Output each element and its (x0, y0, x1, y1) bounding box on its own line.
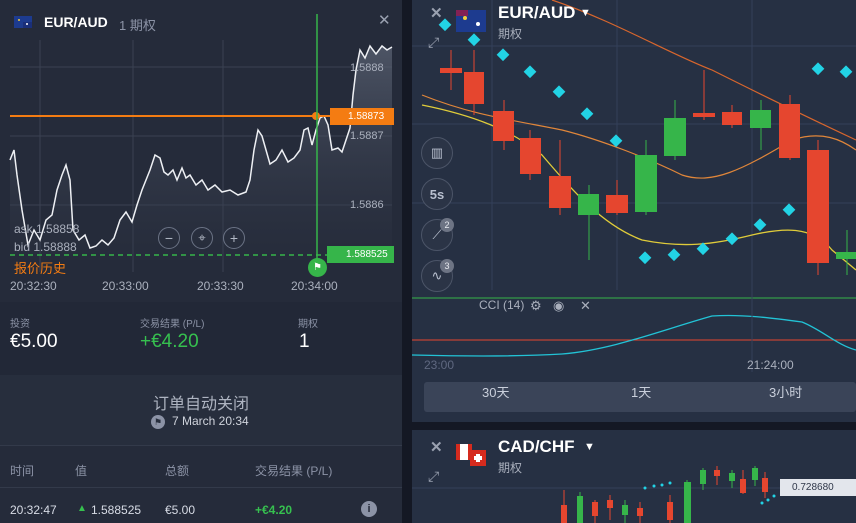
finish-flag-icon: ⚑ (308, 258, 327, 277)
price-tick-2: 1.5887 (350, 130, 384, 142)
eu-au-flag-icon (456, 10, 486, 32)
remove-indicator-icon[interactable]: ✕ (580, 298, 591, 314)
time-period-button[interactable]: 5s (421, 178, 453, 210)
expand-icon[interactable]: ⤢ (428, 34, 439, 51)
chevron-down-icon[interactable]: ▼ (580, 7, 591, 19)
options-label: 期权 (298, 319, 318, 330)
current-price-tag: 1.58873 (330, 108, 394, 125)
indicators-count-badge: 3 (440, 259, 454, 273)
chart-option-type: 期权 (498, 27, 523, 41)
autoclose-title: 订单自动关闭 (152, 396, 249, 413)
chart-pair-title[interactable]: CAD/CHF (498, 437, 575, 457)
cci-label: CCI (14) (479, 298, 525, 312)
options-value: 1 (299, 331, 310, 352)
settings-gear-icon[interactable]: ⚙ (530, 298, 542, 314)
quote-history-link[interactable]: 报价历史 (14, 258, 66, 277)
price-tick-1: 1.5888 (350, 62, 384, 74)
info-icon[interactable]: i (361, 501, 377, 517)
trade-panel: EUR/AUD 1 期权 ✕ 1.5888 1.5887 1.5886 1.58… (0, 0, 402, 523)
time-tick-2: 20:33:00 (102, 279, 149, 293)
time-axis-left: 23:00 (424, 358, 455, 372)
trades-table (0, 445, 402, 523)
up-arrow-icon: ▲ (77, 503, 87, 514)
result-value: +€4.20 (140, 331, 199, 352)
trade-stats (0, 302, 402, 375)
tab-30d[interactable]: 30天 (482, 382, 509, 401)
autoclose-date: 7 March 20:34 (172, 414, 249, 428)
close-chart-icon[interactable]: ✕ (430, 438, 443, 456)
ca-ch-flag-icon (456, 444, 486, 466)
row-time: 20:32:47 (10, 503, 57, 517)
result-label: 交易结果 (P/L) (140, 319, 205, 330)
tab-1d[interactable]: 1天 (631, 382, 651, 401)
time-tick-4: 20:34:00 (291, 279, 338, 293)
row-result: +€4.20 (255, 503, 293, 517)
zoom-in-button[interactable]: + (223, 227, 245, 249)
invest-label: 投资 (10, 319, 30, 330)
drawing-count-badge: 2 (440, 218, 454, 232)
time-axis-right: 21:24:00 (747, 358, 794, 372)
bid-price: bid 1.58888 (14, 240, 77, 254)
strike-price-tag: 1.588525 (327, 246, 394, 263)
chart-pair-title[interactable]: EUR/AUD (498, 3, 575, 23)
col-amount: 总额 (165, 464, 190, 478)
current-price-tag: 0.728680 (780, 479, 856, 496)
center-crosshair-icon[interactable]: ⌖ (191, 227, 213, 249)
flag-icon: ⚑ (151, 415, 165, 429)
chevron-down-icon[interactable]: ▼ (584, 441, 595, 453)
zoom-out-button[interactable]: − (158, 227, 180, 249)
invest-value: €5.00 (10, 331, 58, 352)
time-tick-3: 20:33:30 (197, 279, 244, 293)
expand-icon[interactable]: ⤢ (428, 468, 439, 485)
price-tick-3: 1.5886 (350, 199, 384, 211)
visibility-eye-icon[interactable]: ◉ (553, 298, 564, 314)
row-value: 1.588525 (91, 503, 142, 517)
time-tick-1: 20:32:30 (10, 279, 57, 293)
main-chart-panel: ✕ ⤢ EUR/AUD ▼ 期权 ▥ 5s ⟋ 2 ∿ 3 CCI (14) ⚙… (412, 0, 856, 422)
tab-3h[interactable]: 3小时 (769, 382, 802, 401)
col-result: 交易结果 (P/L) (255, 464, 333, 478)
row-amount: €5.00 (165, 503, 196, 517)
chart-type-icon[interactable]: ▥ (421, 137, 453, 169)
ask-price: ask 1.58858 (14, 222, 80, 236)
close-chart-icon[interactable]: ✕ (430, 4, 443, 22)
col-time: 时间 (10, 464, 35, 478)
chart-option-type: 期权 (498, 461, 523, 475)
col-value: 值 (75, 464, 88, 478)
secondary-chart-panel: ✕ ⤢ CAD/CHF ▼ 期权 0.728680 (412, 430, 856, 523)
